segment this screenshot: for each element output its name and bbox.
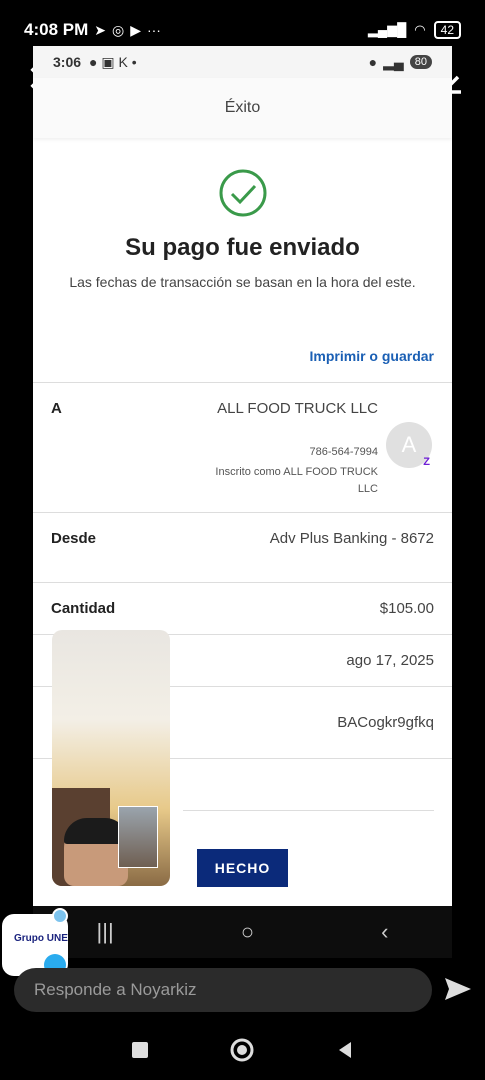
reply-input[interactable]: Responde a Noyarkiz (14, 968, 432, 1012)
inner-battery-icon: 80 (409, 55, 432, 69)
device-nav-bar (0, 1020, 485, 1080)
print-or-save-link[interactable]: Imprimir o guardar (310, 348, 434, 364)
confirmation-value: BACogkr9gfkq (337, 714, 434, 731)
back-icon: ‹ (381, 919, 389, 944)
amount-label: Cantidad (51, 600, 116, 617)
inner-status-bar: 3:06 ● ▣ K • ● ▂▄ 80 (33, 46, 452, 78)
battery-icon: 42 (433, 21, 461, 39)
home-icon[interactable] (229, 1037, 255, 1063)
success-title: Su pago fue enviado (125, 234, 360, 261)
success-subtitle: Las fechas de transacción se basan en la… (69, 274, 416, 290)
signal-icon: ▂▄▆█ (367, 22, 407, 37)
notification-icons: ➤ ◎ ▶ ··· (94, 22, 161, 39)
page-title: Éxito (33, 78, 452, 138)
more-icon: ··· (146, 22, 161, 38)
recent-apps-icon[interactable] (130, 1040, 150, 1060)
done-button[interactable]: HECHO (197, 849, 288, 887)
recipient-label: A (51, 400, 62, 417)
wifi-icon: ◠ (414, 22, 426, 37)
recipient-phone: 786-564-7994 (309, 446, 378, 458)
divider (183, 810, 434, 811)
send-icon[interactable] (441, 972, 475, 1006)
from-label: Desde (51, 530, 97, 547)
grupo-une-logo: Grupo UNE (14, 933, 68, 944)
pip-self-view (118, 806, 158, 868)
amount-value: $105.00 (379, 600, 434, 617)
checkmark-circle-icon (219, 169, 267, 217)
zelle-icon: Z (423, 456, 430, 468)
recipient-name: ALL FOOD TRUCK LLC (217, 400, 378, 417)
divider (33, 582, 452, 583)
youtube-icon: ▶ (130, 21, 141, 38)
notification-dot (52, 908, 68, 924)
date-value: ago 17, 2025 (346, 652, 434, 669)
home-icon: ○ (240, 919, 255, 944)
from-value: Adv Plus Banking - 8672 (269, 530, 434, 547)
recipient-enrolled: Inscrito como ALL FOOD TRUCK LLC (215, 466, 378, 495)
inner-status-time: 3:06 (53, 54, 82, 70)
location-icon: ● (368, 54, 378, 70)
whatsapp-icon: ◎ (111, 21, 125, 38)
inner-notification-icons: ● ▣ K • (89, 53, 137, 70)
inner-signal-icon: ▂▄ (383, 53, 404, 70)
inner-nav-bar: ||| ○ ‹ (33, 906, 452, 958)
telegram-icon: ➤ (94, 21, 106, 38)
video-call-overlay[interactable] (52, 630, 170, 886)
divider (33, 382, 452, 383)
back-icon[interactable] (335, 1040, 355, 1060)
status-time: 4:08 PM (24, 20, 89, 39)
divider (33, 512, 452, 513)
recent-apps-icon: ||| (96, 919, 114, 944)
grupo-une-sticker[interactable]: Grupo UNE (2, 908, 68, 976)
